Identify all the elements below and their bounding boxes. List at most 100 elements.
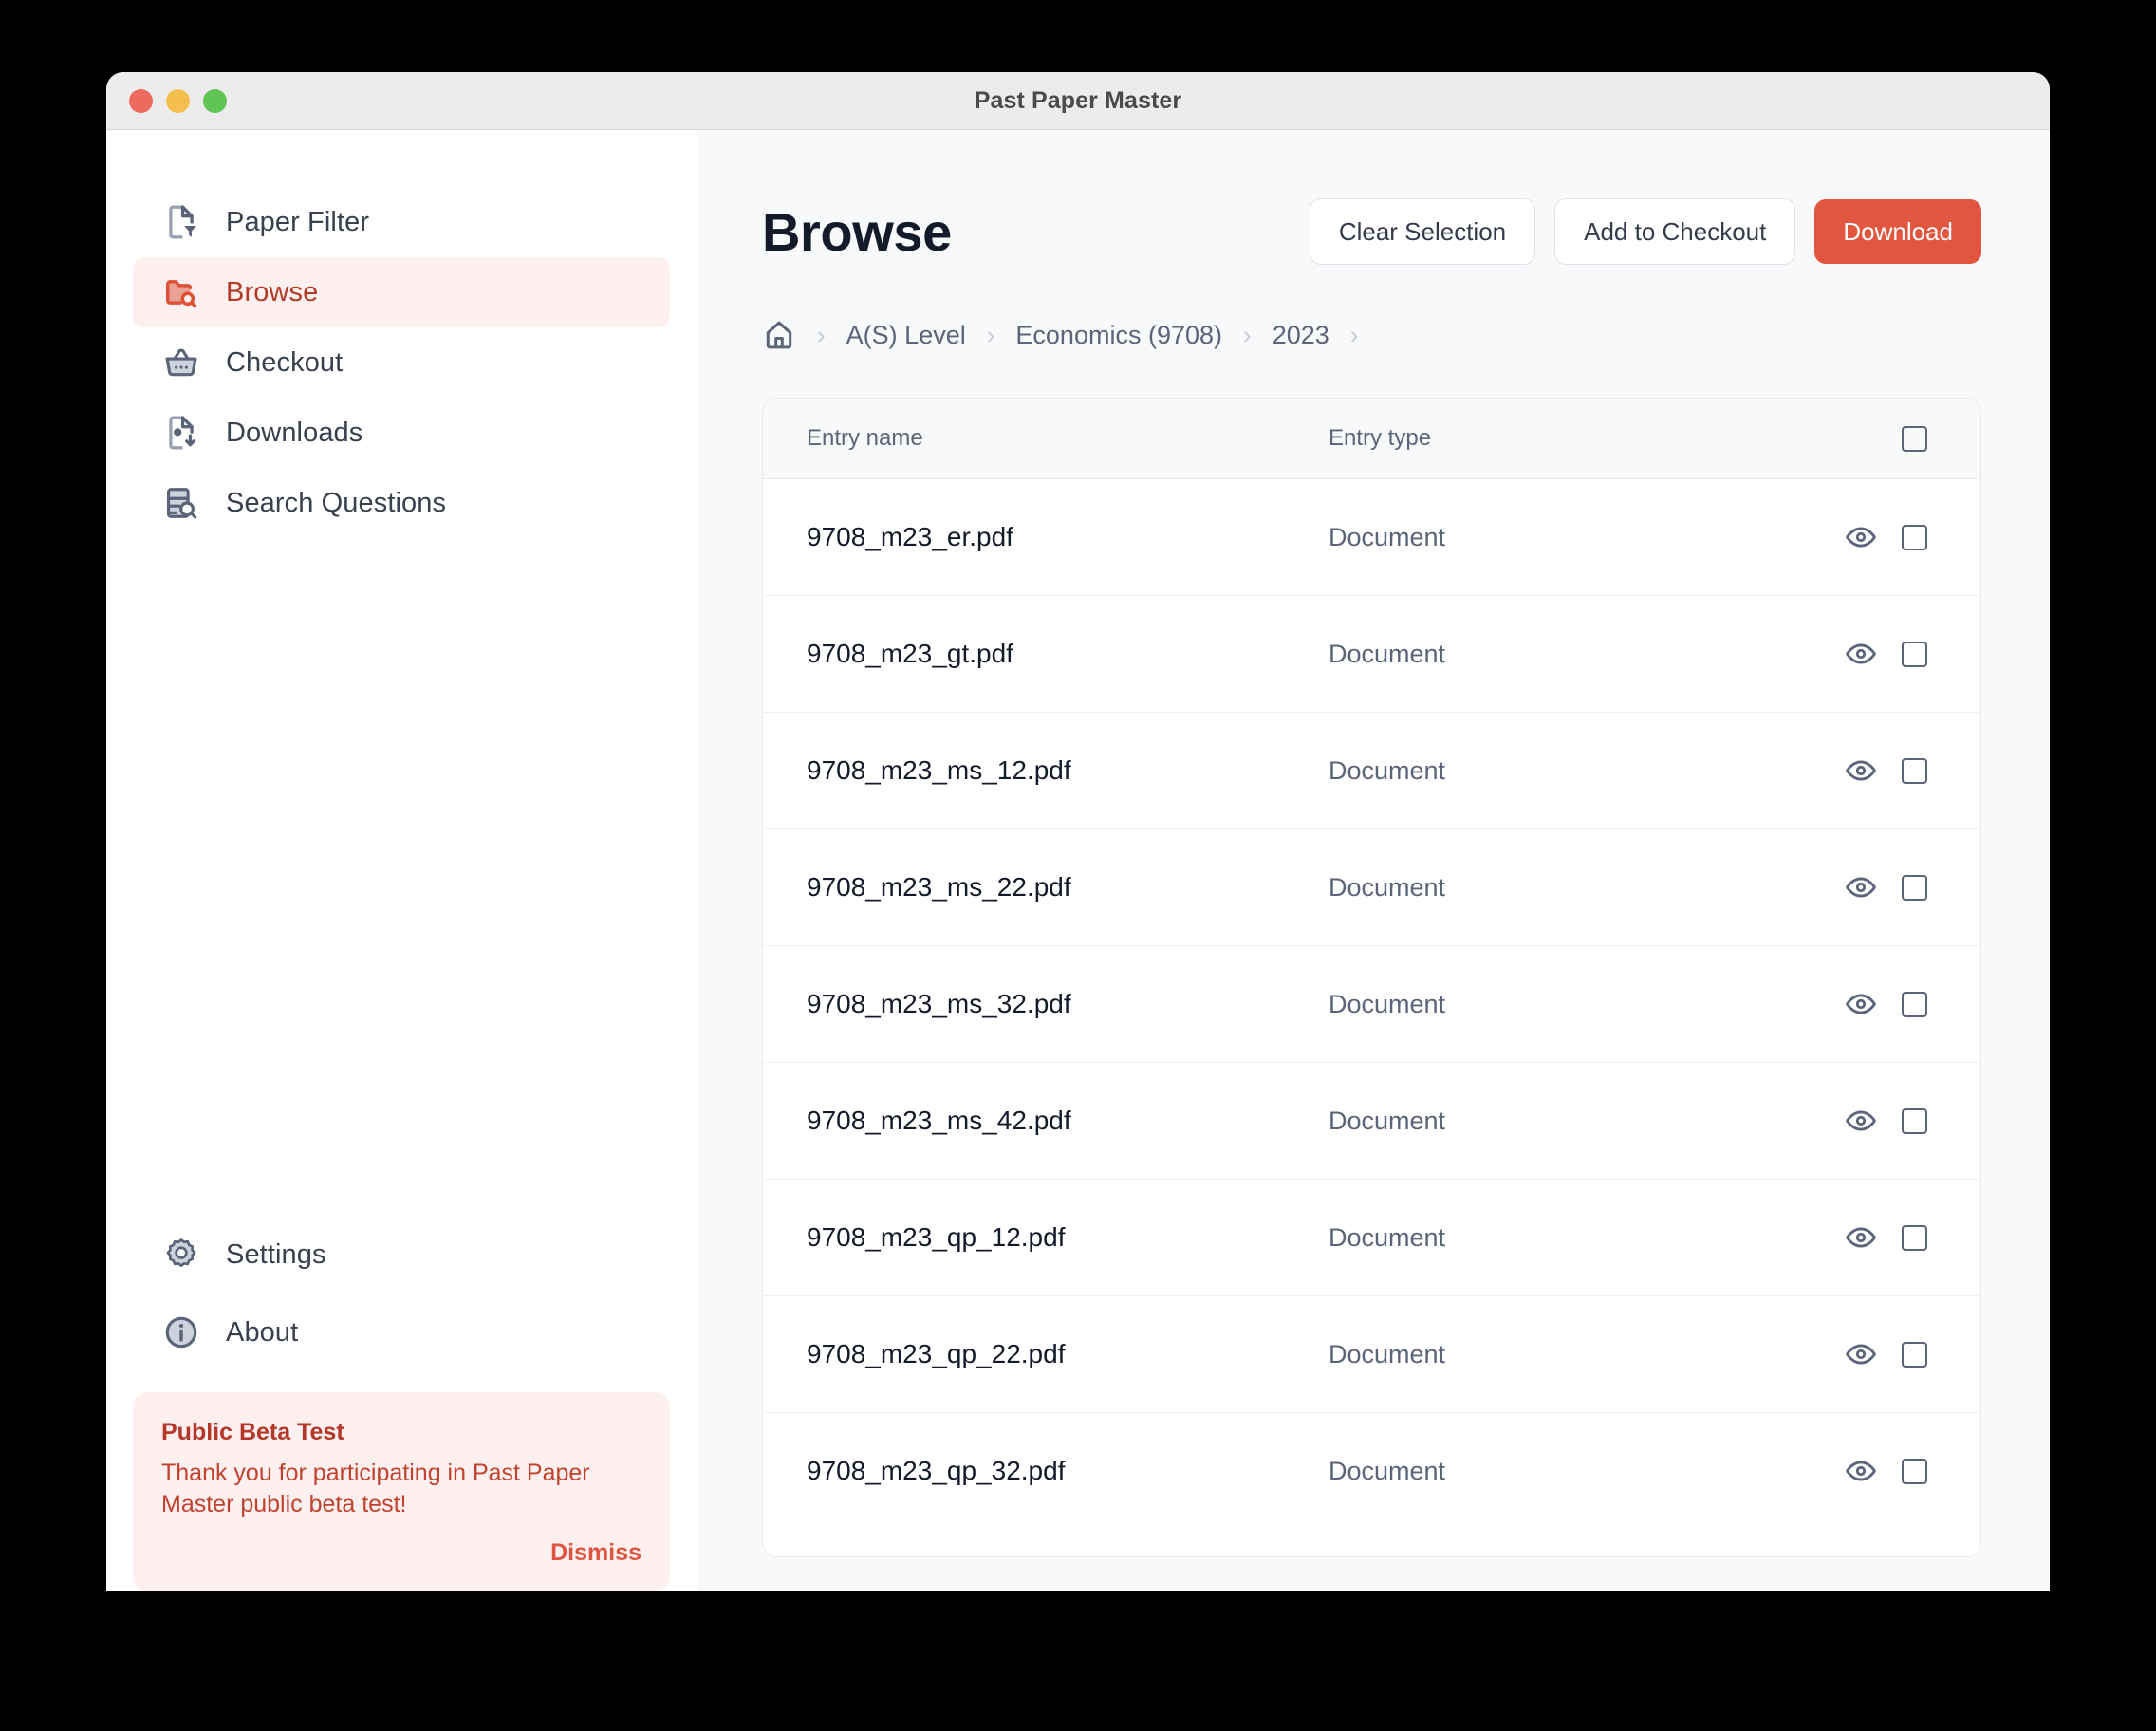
preview-eye-icon[interactable] (1845, 1105, 1877, 1137)
entry-type-cell: Document (1329, 523, 1719, 552)
row-select-checkbox[interactable] (1902, 875, 1927, 901)
row-select-checkbox[interactable] (1902, 758, 1927, 784)
home-icon[interactable] (762, 318, 796, 352)
preview-eye-icon[interactable] (1845, 638, 1877, 670)
entry-type-cell: Document (1329, 1223, 1719, 1253)
entry-name-cell: 9708_m23_qp_12.pdf (807, 1222, 1329, 1253)
entry-name-cell: 9708_m23_gt.pdf (807, 639, 1329, 669)
table-row[interactable]: 9708_m23_er.pdf Document (763, 479, 1980, 596)
sidebar-item-settings[interactable]: Settings (133, 1216, 670, 1294)
entry-name-cell: 9708_m23_qp_22.pdf (807, 1339, 1329, 1369)
header-action-bar: Clear Selection Add to Checkout Download (1310, 198, 1981, 265)
entry-name-cell: 9708_m23_er.pdf (807, 522, 1329, 552)
entry-type-cell: Document (1329, 1457, 1719, 1486)
entry-name-cell: 9708_m23_qp_32.pdf (807, 1456, 1329, 1486)
breadcrumb-separator: › (1350, 323, 1359, 347)
table-row[interactable]: 9708_m23_qp_12.pdf Document (763, 1180, 1980, 1296)
preview-eye-icon[interactable] (1845, 988, 1877, 1020)
window-body: Paper Filter Browse (106, 130, 2050, 1591)
table-body: 9708_m23_er.pdf Document 9708_m23_gt.pdf… (763, 479, 1980, 1529)
sidebar-item-label: Settings (226, 1239, 326, 1271)
table-row[interactable]: 9708_m23_qp_32.pdf Document (763, 1413, 1980, 1529)
preview-eye-icon[interactable] (1845, 1221, 1877, 1254)
preview-eye-icon[interactable] (1845, 521, 1877, 553)
sidebar-item-label: Browse (226, 277, 318, 308)
beta-notice-card: Public Beta Test Thank you for participa… (133, 1392, 670, 1591)
column-header-entry-type[interactable]: Entry type (1329, 425, 1719, 452)
row-select-checkbox[interactable] (1902, 642, 1927, 667)
row-actions (1719, 521, 1980, 553)
row-actions (1719, 754, 1980, 787)
app-window: Past Paper Master Paper Filter (106, 72, 2050, 1591)
breadcrumb-item-year[interactable]: 2023 (1273, 321, 1329, 350)
basket-icon (163, 344, 199, 381)
row-actions (1719, 871, 1980, 903)
download-button[interactable]: Download (1814, 199, 1981, 264)
entry-name-cell: 9708_m23_ms_12.pdf (807, 755, 1329, 786)
breadcrumb-item-subject[interactable]: Economics (9708) (1015, 321, 1222, 350)
breadcrumb-separator: › (817, 323, 826, 347)
entry-name-cell: 9708_m23_ms_22.pdf (807, 872, 1329, 903)
entry-type-cell: Document (1329, 1107, 1719, 1136)
entry-type-cell: Document (1329, 873, 1719, 903)
entry-name-cell: 9708_m23_ms_42.pdf (807, 1106, 1329, 1136)
sidebar-item-label: Paper Filter (226, 207, 369, 238)
list-search-icon (163, 485, 199, 521)
row-actions (1719, 638, 1980, 670)
preview-eye-icon[interactable] (1845, 754, 1877, 787)
row-select-checkbox[interactable] (1902, 1108, 1927, 1134)
document-filter-icon (163, 204, 199, 240)
sidebar-item-downloads[interactable]: Downloads (133, 398, 670, 468)
gear-icon (163, 1237, 199, 1273)
table-header-row: Entry name Entry type (763, 399, 1980, 479)
select-all-checkbox[interactable] (1902, 426, 1927, 452)
info-circle-icon (163, 1314, 199, 1350)
document-download-icon (163, 415, 199, 451)
sidebar-item-label: Search Questions (226, 488, 446, 519)
table-row[interactable]: 9708_m23_gt.pdf Document (763, 596, 1980, 713)
window-titlebar: Past Paper Master (106, 72, 2050, 130)
sidebar-nav-primary: Paper Filter Browse (106, 130, 697, 538)
breadcrumb-item-level[interactable]: A(S) Level (846, 321, 966, 350)
table-row[interactable]: 9708_m23_ms_32.pdf Document (763, 946, 1980, 1063)
window-title: Past Paper Master (106, 87, 2050, 115)
row-select-checkbox[interactable] (1902, 525, 1927, 550)
sidebar-item-checkout[interactable]: Checkout (133, 327, 670, 398)
table-row[interactable]: 9708_m23_ms_22.pdf Document (763, 829, 1980, 946)
row-actions (1719, 988, 1980, 1020)
sidebar-item-label: About (226, 1317, 298, 1349)
row-select-checkbox[interactable] (1902, 992, 1927, 1017)
column-header-actions (1719, 426, 1980, 452)
breadcrumb-separator: › (987, 323, 995, 347)
column-header-entry-name[interactable]: Entry name (807, 425, 1329, 452)
beta-dismiss-button[interactable]: Dismiss (550, 1539, 641, 1566)
sidebar-item-about[interactable]: About (133, 1294, 670, 1371)
entry-type-cell: Document (1329, 1340, 1719, 1369)
add-to-checkout-button[interactable]: Add to Checkout (1554, 198, 1795, 265)
row-actions (1719, 1221, 1980, 1254)
preview-eye-icon[interactable] (1845, 871, 1877, 903)
beta-dismiss-row: Dismiss (161, 1539, 641, 1567)
row-select-checkbox[interactable] (1902, 1342, 1927, 1368)
main-header: Browse Clear Selection Add to Checkout D… (762, 130, 1981, 265)
row-actions (1719, 1338, 1980, 1370)
breadcrumb: › A(S) Level › Economics (9708) › 2023 › (762, 314, 1981, 356)
row-actions (1719, 1455, 1980, 1487)
preview-eye-icon[interactable] (1845, 1455, 1877, 1487)
table-row[interactable]: 9708_m23_ms_12.pdf Document (763, 713, 1980, 829)
row-select-checkbox[interactable] (1902, 1459, 1927, 1484)
breadcrumb-separator: › (1243, 323, 1252, 347)
table-row[interactable]: 9708_m23_ms_42.pdf Document (763, 1063, 1980, 1180)
entry-type-cell: Document (1329, 756, 1719, 786)
sidebar-item-browse[interactable]: Browse (133, 257, 670, 327)
table-row[interactable]: 9708_m23_qp_22.pdf Document (763, 1296, 1980, 1413)
beta-notice-title: Public Beta Test (161, 1419, 641, 1446)
sidebar-item-paper-filter[interactable]: Paper Filter (133, 187, 670, 257)
entry-type-cell: Document (1329, 990, 1719, 1019)
sidebar-nav-secondary: Settings About Public Beta Test Thank y (106, 1216, 697, 1591)
sidebar-item-label: Downloads (226, 418, 362, 449)
row-select-checkbox[interactable] (1902, 1225, 1927, 1251)
clear-selection-button[interactable]: Clear Selection (1310, 198, 1535, 265)
preview-eye-icon[interactable] (1845, 1338, 1877, 1370)
sidebar-item-search-questions[interactable]: Search Questions (133, 468, 670, 538)
